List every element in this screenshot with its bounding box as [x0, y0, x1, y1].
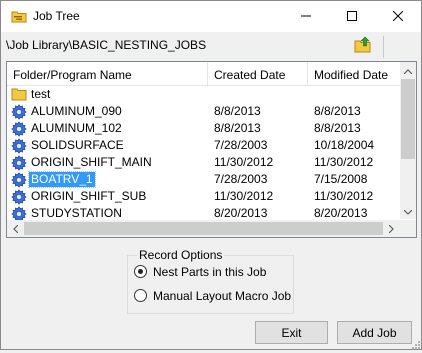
item-created-date: 7/28/2003	[214, 172, 268, 186]
item-name: ORIGIN_SHIFT_MAIN	[31, 155, 152, 169]
column-header-created[interactable]: Created Date	[208, 62, 308, 86]
folder-icon	[11, 87, 27, 103]
close-icon	[392, 10, 404, 24]
item-modified-date: 8/8/2013	[314, 104, 361, 118]
gear-icon	[11, 155, 27, 171]
chevron-up-icon	[403, 63, 413, 77]
item-created-date: 11/30/2012	[214, 189, 274, 203]
list-item[interactable]: ORIGIN_SHIFT_SUB 11/30/2012 11/30/2012	[7, 188, 400, 205]
job-tree-window: Job Tree \Job Library\BASIC_NESTING_JOBS	[0, 0, 422, 350]
gear-icon	[11, 121, 27, 137]
current-path: \Job Library\BASIC_NESTING_JOBS	[6, 38, 207, 52]
item-created-date: 8/20/2013	[214, 206, 268, 220]
maximize-icon	[347, 10, 357, 24]
list-item[interactable]: ORIGIN_SHIFT_MAIN 11/30/2012 11/30/2012	[7, 154, 400, 171]
resize-grip-icon[interactable]	[411, 339, 421, 349]
folder-tree-icon	[11, 9, 27, 23]
item-name: test	[31, 87, 51, 101]
item-modified-date: 8/20/2013	[314, 206, 368, 220]
path-separator	[383, 36, 384, 58]
radio-label-nest-parts: Nest Parts in this Job	[153, 265, 267, 279]
vertical-scroll-thumb[interactable]	[401, 79, 415, 159]
chevron-down-icon	[403, 204, 413, 218]
radio-button-unchecked[interactable]	[134, 289, 147, 302]
item-modified-date: 11/30/2012	[314, 189, 374, 203]
record-options-group	[127, 255, 294, 314]
item-created-date: 8/8/2013	[214, 104, 261, 118]
item-modified-date: 7/15/2008	[314, 172, 368, 186]
horizontal-scroll-thumb[interactable]	[24, 222, 383, 235]
scroll-down-button[interactable]	[400, 203, 416, 219]
list-item[interactable]: test	[7, 86, 400, 103]
list-item[interactable]: BOATRV_1 7/28/2003 7/15/2008	[7, 171, 400, 188]
item-name: ALUMINUM_102	[31, 121, 122, 135]
scrollbar-corner	[400, 220, 416, 237]
item-modified-date: 10/18/2004	[314, 138, 375, 152]
minimize-button[interactable]	[283, 1, 329, 32]
job-list[interactable]: Folder/Program Name Created Date Modifie…	[6, 61, 417, 238]
close-button[interactable]	[375, 1, 421, 32]
exit-button[interactable]: Exit	[255, 321, 328, 344]
chevron-right-icon	[388, 222, 394, 236]
radio-label-manual-layout: Manual Layout Macro Job	[153, 289, 292, 303]
item-created-date: 7/28/2003	[214, 138, 268, 152]
vertical-scrollbar[interactable]	[400, 62, 416, 219]
horizontal-scrollbar[interactable]	[7, 220, 400, 237]
chevron-left-icon	[13, 222, 19, 236]
title-bar[interactable]: Job Tree	[1, 1, 421, 32]
scroll-right-button[interactable]	[383, 220, 400, 237]
item-created-date: 8/8/2013	[214, 121, 261, 135]
gear-icon	[11, 172, 27, 188]
item-name: BOATRV_1	[28, 171, 96, 188]
folder-up-icon[interactable]	[354, 36, 372, 53]
list-item[interactable]: ALUMINUM_102 8/8/2013 8/8/2013	[7, 120, 400, 137]
window-title: Job Tree	[33, 9, 80, 23]
list-item[interactable]: SOLIDSURFACE 7/28/2003 10/18/2004	[7, 137, 400, 154]
minimize-icon	[301, 10, 311, 24]
item-name: ORIGIN_SHIFT_SUB	[31, 189, 147, 203]
item-name: ALUMINUM_090	[31, 104, 122, 118]
list-item[interactable]: ALUMINUM_090 8/8/2013 8/8/2013	[7, 103, 400, 120]
radio-button-checked[interactable]	[134, 265, 147, 278]
gear-icon	[11, 189, 27, 205]
item-modified-date: 8/8/2013	[314, 121, 361, 135]
scroll-left-button[interactable]	[7, 220, 24, 237]
column-header-modified[interactable]: Modified Date	[308, 62, 400, 86]
list-header: Folder/Program Name Created Date Modifie…	[7, 62, 400, 86]
item-modified-date: 11/30/2012	[314, 155, 374, 169]
path-bar: \Job Library\BASIC_NESTING_JOBS	[6, 36, 406, 58]
gear-icon	[11, 104, 27, 120]
gear-icon	[11, 138, 27, 154]
add-job-button[interactable]: Add Job	[337, 321, 412, 344]
item-created-date: 11/30/2012	[214, 155, 274, 169]
record-options-title: Record Options	[137, 248, 225, 262]
item-name: SOLIDSURFACE	[31, 138, 124, 152]
column-header-name[interactable]: Folder/Program Name	[7, 62, 208, 86]
item-name: STUDYSTATION	[31, 206, 122, 220]
scroll-up-button[interactable]	[400, 62, 416, 78]
maximize-button[interactable]	[329, 1, 375, 32]
